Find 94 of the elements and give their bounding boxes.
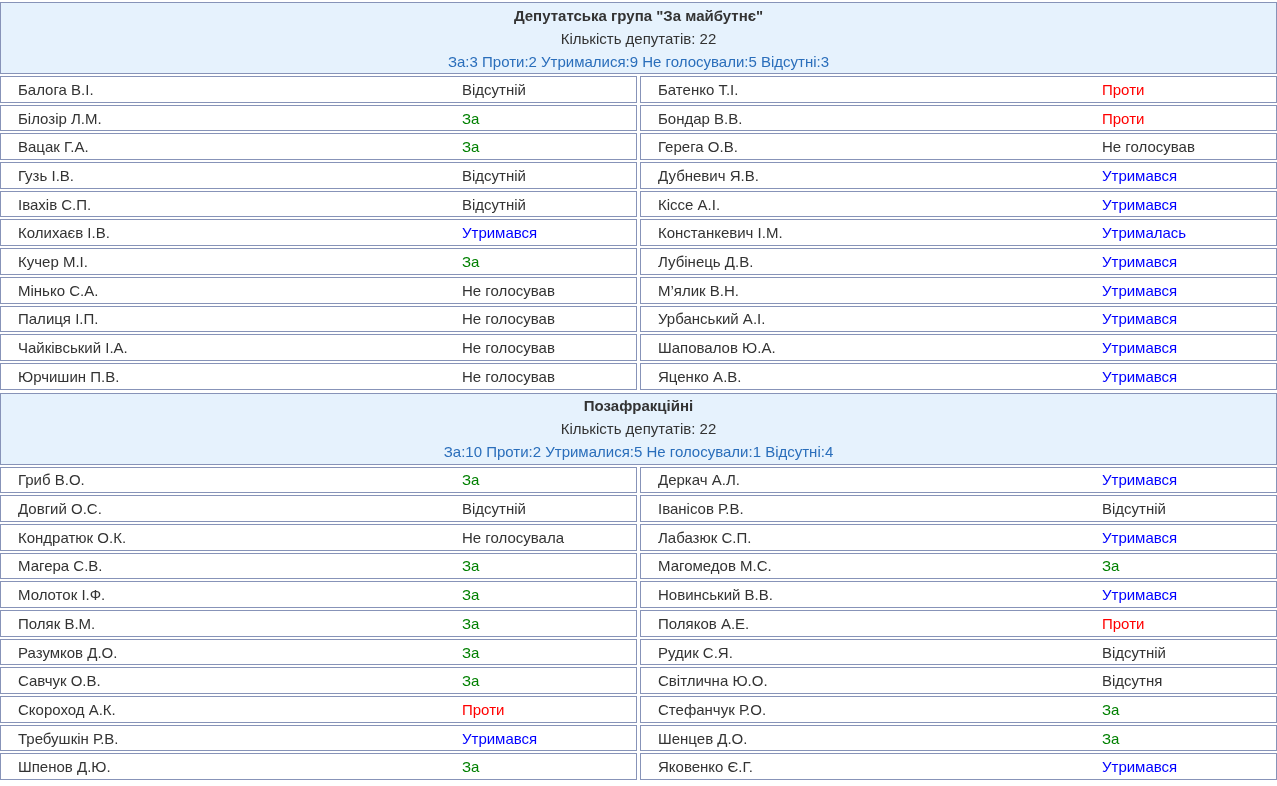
- deputy-count: Кількість депутатів: 22: [560, 419, 717, 440]
- deputy-name: Вацак Г.А.: [18, 138, 90, 156]
- deputy-name: Палиця І.П.: [18, 310, 100, 328]
- deputy-name: Деркач А.Л.: [658, 471, 741, 489]
- vote-result: Відсутній: [462, 80, 527, 98]
- vote-result: Утримався: [1102, 252, 1179, 270]
- vote-result: Утрималась: [1102, 224, 1188, 242]
- vote-result: Утримався: [1102, 586, 1179, 604]
- vote-result: За: [462, 614, 481, 632]
- vote-result: За: [462, 672, 481, 690]
- deputy-name: Стефанчук Р.О.: [658, 700, 768, 718]
- deputy-name: Магера С.В.: [18, 557, 104, 575]
- deputy-name: Кіссе А.І.: [658, 195, 722, 213]
- vote-result: Утримався: [1102, 310, 1179, 328]
- vote-result: Не голосував: [462, 367, 556, 385]
- vote-result: Відсутній: [462, 195, 527, 213]
- deputy-name: Констанкевич І.М.: [658, 224, 784, 242]
- deputy-name: Іванісов Р.В.: [658, 500, 745, 518]
- vote-result: Утримався: [1102, 367, 1179, 385]
- deputy-name: Рудик С.Я.: [658, 643, 734, 661]
- vote-result: Утримався: [1102, 758, 1179, 776]
- vote-result: За: [462, 471, 481, 489]
- deputy-name: Новинський В.В.: [658, 586, 774, 604]
- vote-result: Проти: [1102, 80, 1146, 98]
- deputy-name: Світлична Ю.О.: [658, 672, 769, 690]
- vote-result: Відсутня: [1102, 672, 1164, 690]
- deputy-name: Колихаєв І.В.: [18, 224, 111, 242]
- vote-result: Утримався: [462, 224, 539, 242]
- vote-result: Не голосувала: [462, 528, 565, 546]
- vote-summary: За:3 Проти:2 Утрималися:9 Не голосували:5 Відсутні:3: [447, 51, 830, 72]
- vote-result: За: [462, 109, 481, 127]
- deputy-name: Гриб В.О.: [18, 471, 86, 489]
- vote-result: Проти: [1102, 614, 1146, 632]
- deputy-name: Шпенов Д.Ю.: [18, 758, 112, 776]
- deputy-name: Яковенко Є.Г.: [658, 758, 754, 776]
- deputy-name: Білозір Л.М.: [18, 109, 103, 127]
- deputy-name: Урбанський А.І.: [658, 310, 767, 328]
- deputy-name: Гузь І.В.: [18, 166, 75, 184]
- vote-result: Не голосував: [462, 310, 556, 328]
- deputy-name: Кондратюк О.К.: [18, 528, 128, 546]
- deputy-name: Балога В.І.: [18, 80, 95, 98]
- group-title: Позафракційні: [583, 396, 694, 417]
- vote-result: Утримався: [1102, 166, 1179, 184]
- vote-summary: За:10 Проти:2 Утрималися:5 Не голосували:1 Відсутні:4: [443, 442, 834, 463]
- vote-result: Утримався: [1102, 281, 1179, 299]
- vote-result: Утримався: [1102, 471, 1179, 489]
- vote-result: Проти: [1102, 109, 1146, 127]
- vote-result: Проти: [462, 700, 506, 718]
- deputy-name: Требушкін Р.В.: [18, 729, 120, 747]
- vote-result: За: [462, 252, 481, 270]
- vote-result: Відсутній: [462, 166, 527, 184]
- deputy-name: Поляков А.Е.: [658, 614, 751, 632]
- deputy-name: М’ялик В.Н.: [658, 281, 740, 299]
- deputy-name: Лабазюк С.П.: [658, 528, 753, 546]
- group-title: Депутатська група "За майбутнє": [513, 5, 764, 26]
- vote-result: За: [1102, 729, 1121, 747]
- deputy-name: Шенцев Д.О.: [658, 729, 749, 747]
- deputy-count: Кількість депутатів: 22: [560, 28, 717, 49]
- deputy-name: Довгий О.С.: [18, 500, 103, 518]
- vote-result: За: [1102, 557, 1121, 575]
- vote-result: Утримався: [1102, 339, 1179, 357]
- vote-result: За: [462, 138, 481, 156]
- vote-result: Відсутній: [1102, 643, 1167, 661]
- vote-result: Відсутній: [462, 500, 527, 518]
- vote-result: За: [462, 557, 481, 575]
- deputy-name: Бондар В.В.: [658, 109, 744, 127]
- deputy-name: Молоток І.Ф.: [18, 586, 107, 604]
- deputy-name: Разумков Д.О.: [18, 643, 119, 661]
- vote-result: За: [462, 758, 481, 776]
- vote-result: За: [1102, 700, 1121, 718]
- vote-result: Не голосував: [462, 281, 556, 299]
- deputy-name: Шаповалов Ю.А.: [658, 339, 777, 357]
- vote-result: Не голосував: [1102, 138, 1196, 156]
- deputy-name: Яценко А.В.: [658, 367, 743, 385]
- vote-result: За: [462, 643, 481, 661]
- deputy-name: Лубінець Д.В.: [658, 252, 755, 270]
- deputy-name: Юрчишин П.В.: [18, 367, 121, 385]
- deputy-name: Поляк В.М.: [18, 614, 97, 632]
- vote-result: Не голосував: [462, 339, 556, 357]
- deputy-name: Дубневич Я.В.: [658, 166, 760, 184]
- deputy-name: Батенко Т.І.: [658, 80, 740, 98]
- vote-result: Утримався: [1102, 528, 1179, 546]
- vote-result: Утримався: [462, 729, 539, 747]
- vote-result: Утримався: [1102, 195, 1179, 213]
- deputy-name: Кучер М.І.: [18, 252, 89, 270]
- deputy-name: Мінько С.А.: [18, 281, 100, 299]
- deputy-name: Чайківський І.А.: [18, 339, 129, 357]
- deputy-name: Савчук О.В.: [18, 672, 102, 690]
- deputy-name: Герега О.В.: [658, 138, 739, 156]
- vote-result: За: [462, 586, 481, 604]
- vote-result: Відсутній: [1102, 500, 1167, 518]
- deputy-name: Магомедов М.С.: [658, 557, 773, 575]
- deputy-name: Івахів С.П.: [18, 195, 93, 213]
- deputy-name: Скороход А.К.: [18, 700, 117, 718]
